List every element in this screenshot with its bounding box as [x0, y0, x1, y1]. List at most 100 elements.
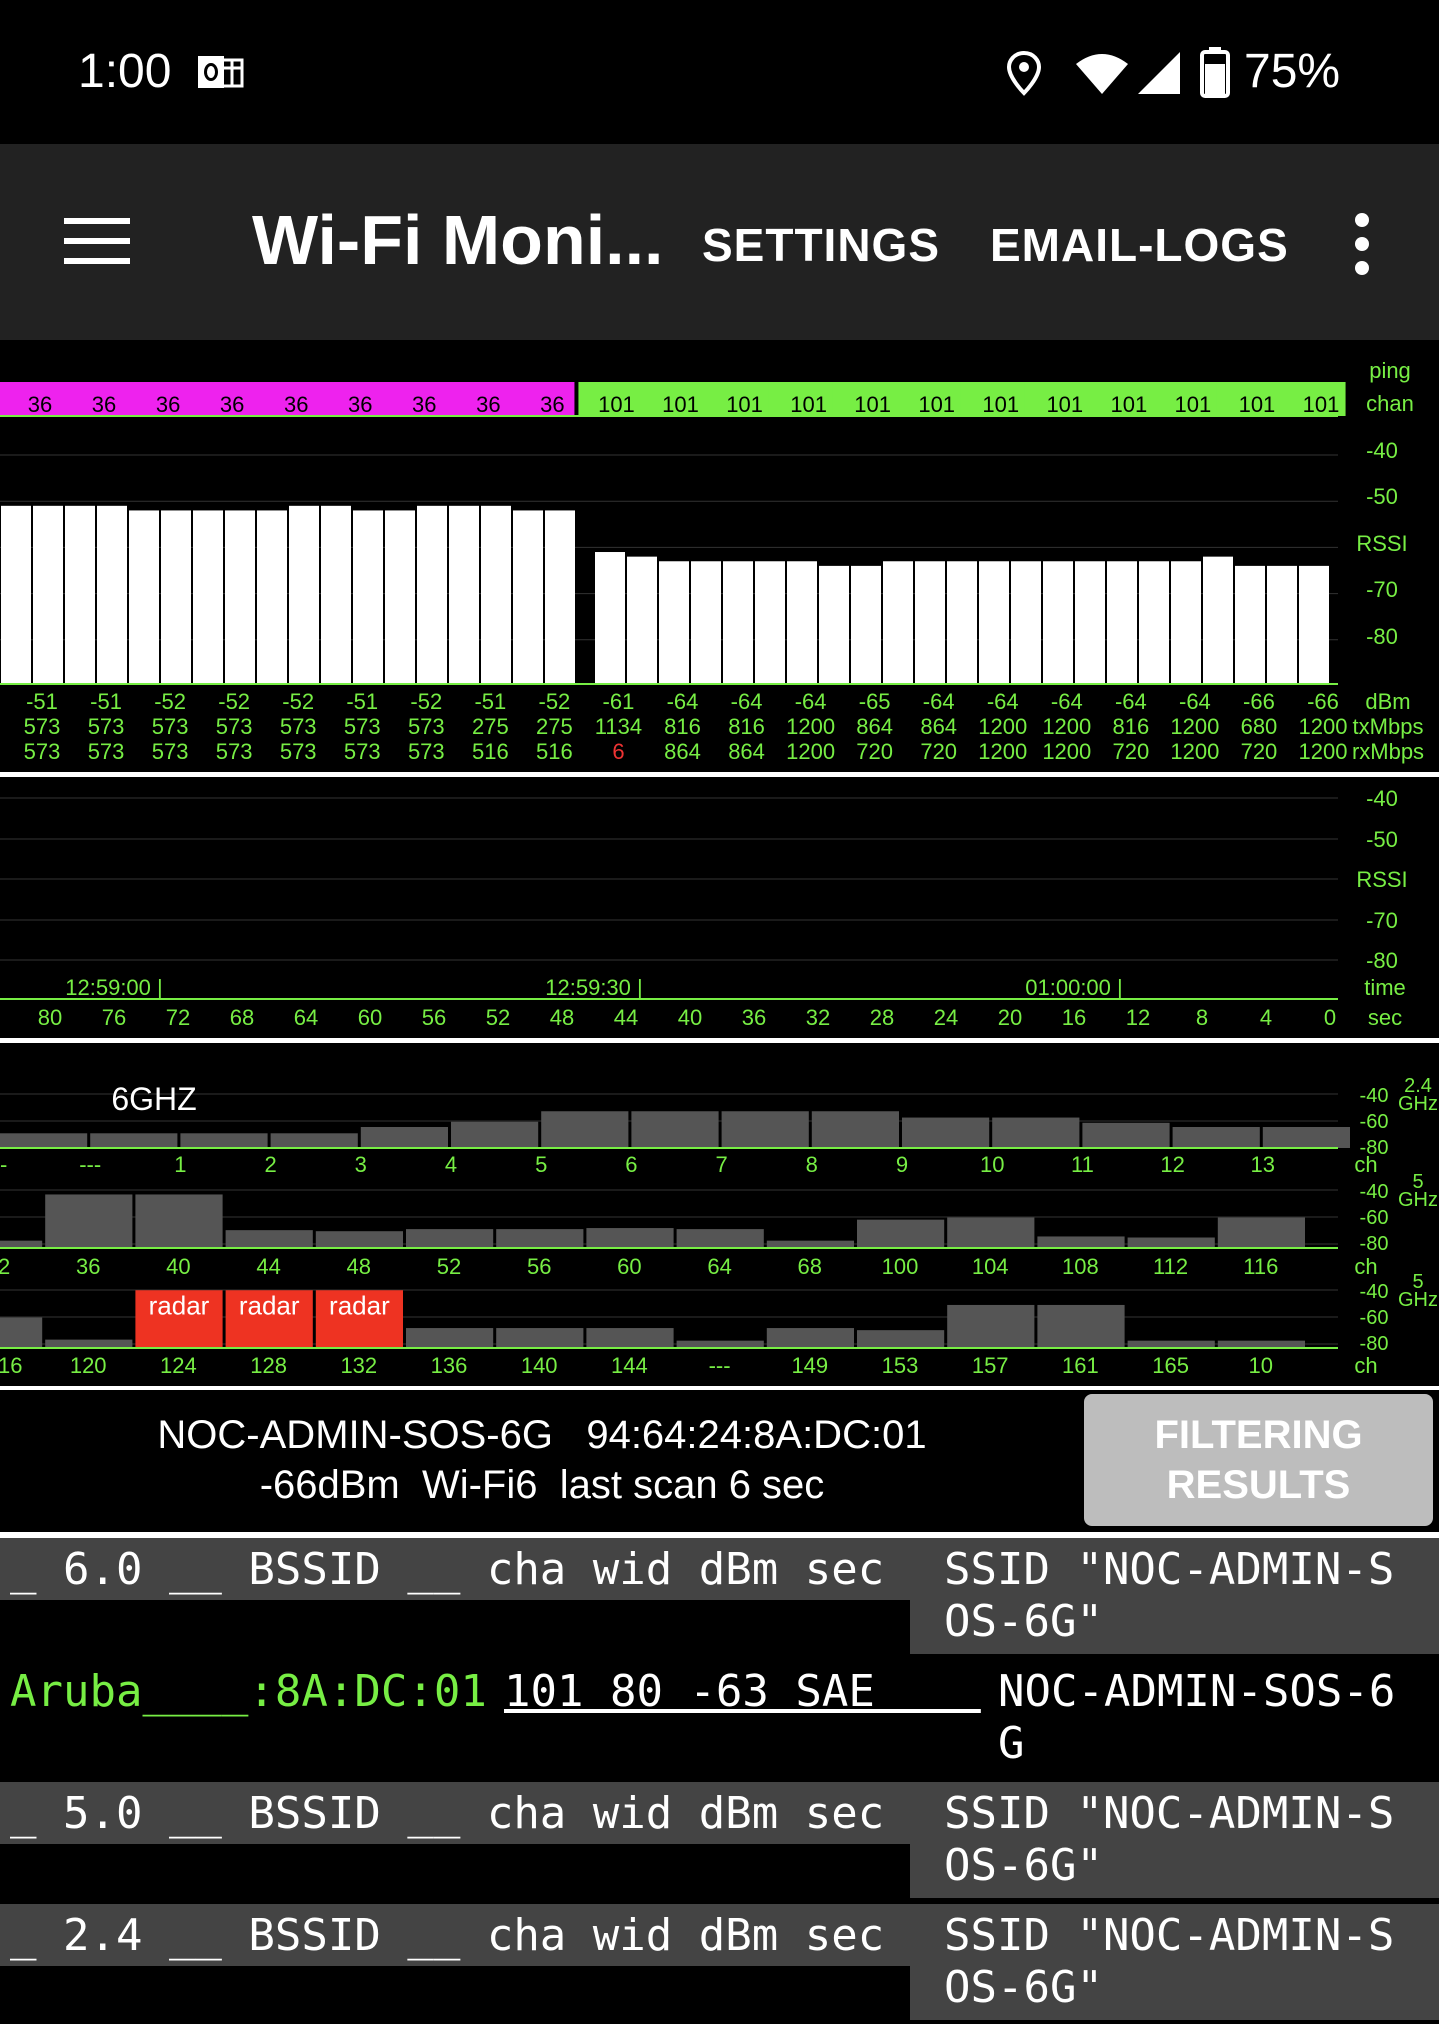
rssi-bar: [723, 561, 753, 684]
channel-bar: [1037, 1304, 1125, 1348]
sec-tick: 60: [358, 1005, 382, 1030]
channel-tick: 120: [70, 1353, 107, 1378]
radar-label: radar: [329, 1290, 390, 1320]
time-tick: 12:59:30 |: [545, 975, 642, 1000]
dbm-value: -51: [90, 689, 122, 714]
band-header-label: _ 5.0 __ BSSID __ cha wid dBm sec: [10, 1788, 885, 1839]
sec-tick: 48: [550, 1005, 574, 1030]
radar-label: radar: [149, 1290, 210, 1320]
channel-tick: 60: [617, 1254, 641, 1279]
channel-bar: [857, 1330, 945, 1348]
sec-tick: 40: [678, 1005, 702, 1030]
battery-icon: [1200, 47, 1230, 98]
tx-value: 573: [88, 714, 125, 739]
channel-bar: [496, 1229, 584, 1248]
more-vert-icon[interactable]: [1350, 212, 1374, 276]
channel-label: 36: [156, 392, 180, 417]
channel-label: 101: [1175, 392, 1212, 417]
tx-value: 816: [728, 714, 765, 739]
rx-value: 864: [664, 739, 701, 764]
rssi-bar: [691, 561, 721, 684]
rssi-bar: [545, 510, 575, 684]
divider: [0, 772, 1439, 777]
divider: [0, 1386, 1439, 1390]
channel-label: 101: [790, 392, 827, 417]
channel-tick: 3: [355, 1152, 367, 1177]
y-tick: RSSI: [1356, 867, 1407, 892]
rssi-bar: [659, 561, 689, 684]
rssi-bar: [819, 565, 849, 684]
rssi-bar: [883, 561, 913, 684]
channel-tick: 8: [806, 1152, 818, 1177]
dbm-value: -64: [1179, 689, 1211, 714]
channel-bar: [541, 1111, 629, 1148]
rssi-bar: [787, 561, 817, 684]
ap-ssid-cont: G: [998, 1718, 1025, 1769]
sec-tick: 68: [230, 1005, 254, 1030]
band-header-2-4ghz: _ 2.4 __ BSSID __ cha wid dBm sec SSID "…: [0, 1904, 1439, 2024]
ap-row[interactable]: Aruba____:8A:DC:01 101 80 -63 SAE NOC-AD…: [0, 1660, 1439, 1776]
label-chan: chan: [1366, 391, 1414, 416]
channel-tick: 52: [437, 1254, 461, 1279]
filtering-results-button[interactable]: FILTERING RESULTS: [1084, 1394, 1433, 1526]
channel-bar: [902, 1117, 990, 1148]
sec-tick: 32: [806, 1005, 830, 1030]
sec-tick: 20: [998, 1005, 1022, 1030]
dbm-value: -66: [1243, 689, 1275, 714]
channel-label: 36: [540, 392, 564, 417]
band-header-ssid-cont: OS-6G": [944, 1840, 1103, 1891]
dbm-value: -51: [26, 689, 58, 714]
tx-value: 1200: [786, 714, 835, 739]
rx-value: 864: [728, 739, 765, 764]
channel-tick: 56: [527, 1254, 551, 1279]
rssi-bar: [1011, 561, 1041, 684]
channel-bar: [360, 1127, 448, 1148]
tx-value: 573: [344, 714, 381, 739]
rx-value: 720: [920, 739, 957, 764]
rx-value: 1200: [786, 739, 835, 764]
tx-value: 816: [1112, 714, 1149, 739]
dbm-value: -66: [1307, 689, 1339, 714]
rssi-bar: [851, 565, 881, 684]
y-tick: -60: [1360, 1307, 1389, 1329]
rssi-bar: [1267, 565, 1297, 684]
ap-vendor-bssid[interactable]: Aruba____:8A:DC:01: [10, 1666, 487, 1717]
email-logs-button[interactable]: EMAIL-LOGS: [990, 218, 1289, 272]
info-signal-details: -66dBm Wi-Fi6 last scan 6 sec: [259, 1463, 825, 1507]
time-tick: 12:59:00 |: [65, 975, 162, 1000]
settings-button[interactable]: SETTINGS: [702, 218, 940, 272]
rx-value: 573: [216, 739, 253, 764]
y-tick: -40: [1360, 1181, 1389, 1203]
label-ch: ch: [1354, 1353, 1377, 1378]
channel-tick: 161: [1062, 1353, 1099, 1378]
dbm-value: -64: [923, 689, 955, 714]
channel-bar: [180, 1133, 268, 1148]
band-title-6ghz: 6GHZ: [111, 1081, 196, 1117]
tx-value: 1200: [978, 714, 1027, 739]
sec-tick: 72: [166, 1005, 190, 1030]
sec-tick: 44: [614, 1005, 638, 1030]
band-header-ssid: SSID "NOC-ADMIN-S: [944, 1910, 1395, 1961]
band-label: GHz: [1398, 1189, 1438, 1211]
band-label: GHz: [1398, 1289, 1438, 1311]
channel-bar: [811, 1111, 899, 1148]
dbm-value: -64: [667, 689, 699, 714]
channel-baseline: [0, 415, 1338, 417]
rx-value: 720: [1241, 739, 1278, 764]
channel-bar: [1127, 1340, 1215, 1348]
channel-tick: --: [0, 1152, 7, 1177]
channel-bar: [947, 1217, 1035, 1248]
tx-value: 573: [216, 714, 253, 739]
rx-value: 573: [280, 739, 317, 764]
rssi-bar: [257, 510, 287, 684]
band-header-ssid-cont: OS-6G": [944, 1962, 1103, 2013]
sec-tick: 80: [38, 1005, 62, 1030]
rssi-bar: [97, 505, 127, 684]
outlook-icon: [198, 56, 244, 88]
rx-value: 573: [24, 739, 61, 764]
channel-bar: [0, 1317, 43, 1348]
ap-values[interactable]: 101 80 -63 SAE: [504, 1666, 981, 1717]
channel-tick: 9: [896, 1152, 908, 1177]
menu-icon[interactable]: [64, 216, 132, 266]
location-icon: [1006, 50, 1042, 96]
